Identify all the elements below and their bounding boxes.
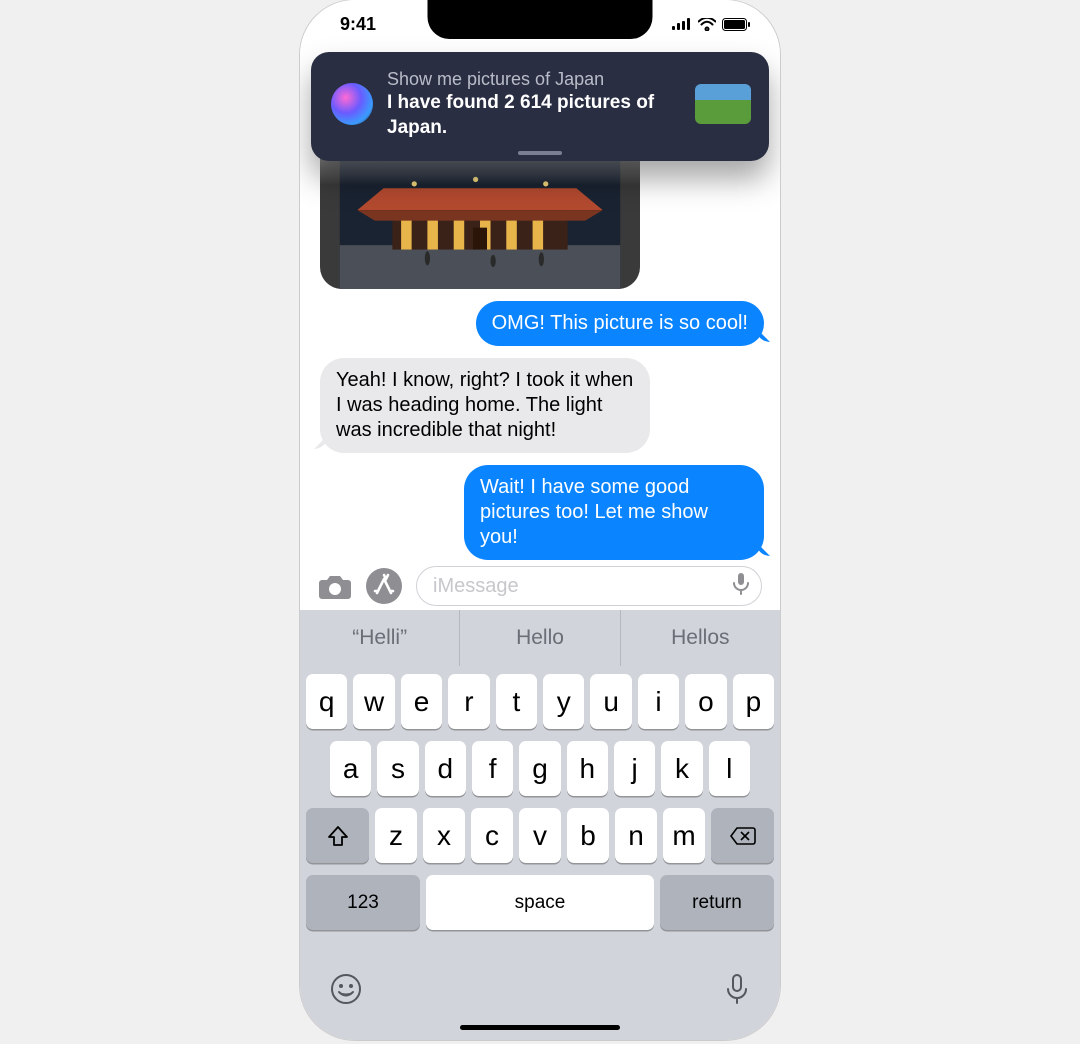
prediction-0[interactable]: “Helli” (300, 610, 460, 666)
key-j[interactable]: j (614, 741, 655, 796)
home-indicator[interactable] (460, 1025, 620, 1030)
key-u[interactable]: u (590, 674, 631, 729)
key-o[interactable]: o (685, 674, 726, 729)
mic-icon (724, 973, 750, 1005)
key-n[interactable]: n (615, 808, 657, 863)
compose-bar: iMessage (300, 562, 780, 610)
key-a[interactable]: a (330, 741, 371, 796)
key-l[interactable]: l (709, 741, 750, 796)
key-v[interactable]: v (519, 808, 561, 863)
kb-row-1: q w e r t y u i o p (306, 674, 774, 729)
status-right (672, 18, 750, 31)
battery-icon (722, 18, 750, 31)
key-c[interactable]: c (471, 808, 513, 863)
key-r[interactable]: r (448, 674, 489, 729)
key-h[interactable]: h (567, 741, 608, 796)
siri-banner[interactable]: Show me pictures of Japan I have found 2… (311, 52, 769, 161)
key-e[interactable]: e (401, 674, 442, 729)
received-message[interactable]: Yeah! I know, right? I took it when I wa… (320, 358, 650, 453)
status-time: 9:41 (340, 14, 376, 35)
key-m[interactable]: m (663, 808, 705, 863)
kb-row-4: 123 space return (306, 875, 774, 930)
key-y[interactable]: y (543, 674, 584, 729)
emoji-icon (330, 973, 362, 1005)
predictive-bar: “Helli” Hello Hellos (300, 610, 780, 666)
key-z[interactable]: z (375, 808, 417, 863)
emoji-button[interactable] (330, 973, 362, 1013)
siri-thumbnail (695, 84, 751, 124)
key-x[interactable]: x (423, 808, 465, 863)
space-key[interactable]: space (426, 875, 654, 930)
key-p[interactable]: p (733, 674, 774, 729)
numbers-key[interactable]: 123 (306, 875, 420, 930)
mic-keyboard-button[interactable] (724, 973, 750, 1013)
iphone-frame: 9:41 Show me pictures of Japan I have fo… (300, 0, 780, 1040)
prediction-2[interactable]: Hellos (621, 610, 780, 666)
return-key[interactable]: return (660, 875, 774, 930)
backspace-icon (730, 826, 756, 846)
kb-row-3: z x c v b n m (306, 808, 774, 863)
compose-field[interactable]: iMessage (416, 566, 762, 606)
shift-key[interactable] (306, 808, 369, 863)
key-s[interactable]: s (377, 741, 418, 796)
cellular-icon (672, 18, 692, 30)
shift-icon (327, 825, 349, 847)
dictation-button[interactable] (727, 569, 755, 603)
siri-query: Show me pictures of Japan (387, 68, 681, 91)
delete-key[interactable] (711, 808, 774, 863)
key-d[interactable]: d (425, 741, 466, 796)
key-b[interactable]: b (567, 808, 609, 863)
key-f[interactable]: f (472, 741, 513, 796)
kb-row-2: a s d f g h j k l (306, 741, 774, 796)
siri-response: I have found 2 614 pictures of Japan. (387, 91, 681, 140)
compose-placeholder: iMessage (433, 575, 727, 598)
app-store-button[interactable] (366, 568, 402, 604)
sent-message[interactable]: OMG! This picture is so cool! (476, 301, 764, 346)
siri-text: Show me pictures of Japan I have found 2… (387, 68, 681, 141)
camera-button[interactable] (318, 572, 352, 600)
key-k[interactable]: k (661, 741, 702, 796)
kb-bottom-row (300, 959, 780, 1019)
key-i[interactable]: i (638, 674, 679, 729)
keyboard: “Helli” Hello Hellos q w e r t y u i o p… (300, 610, 780, 1040)
siri-icon (331, 83, 373, 125)
key-g[interactable]: g (519, 741, 560, 796)
prediction-1[interactable]: Hello (460, 610, 620, 666)
key-t[interactable]: t (496, 674, 537, 729)
sent-message[interactable]: Wait! I have some good pictures too! Let… (464, 465, 764, 560)
wifi-icon (698, 18, 716, 31)
key-w[interactable]: w (353, 674, 394, 729)
notch (428, 0, 653, 39)
siri-drag-handle[interactable] (518, 151, 562, 155)
key-q[interactable]: q (306, 674, 347, 729)
